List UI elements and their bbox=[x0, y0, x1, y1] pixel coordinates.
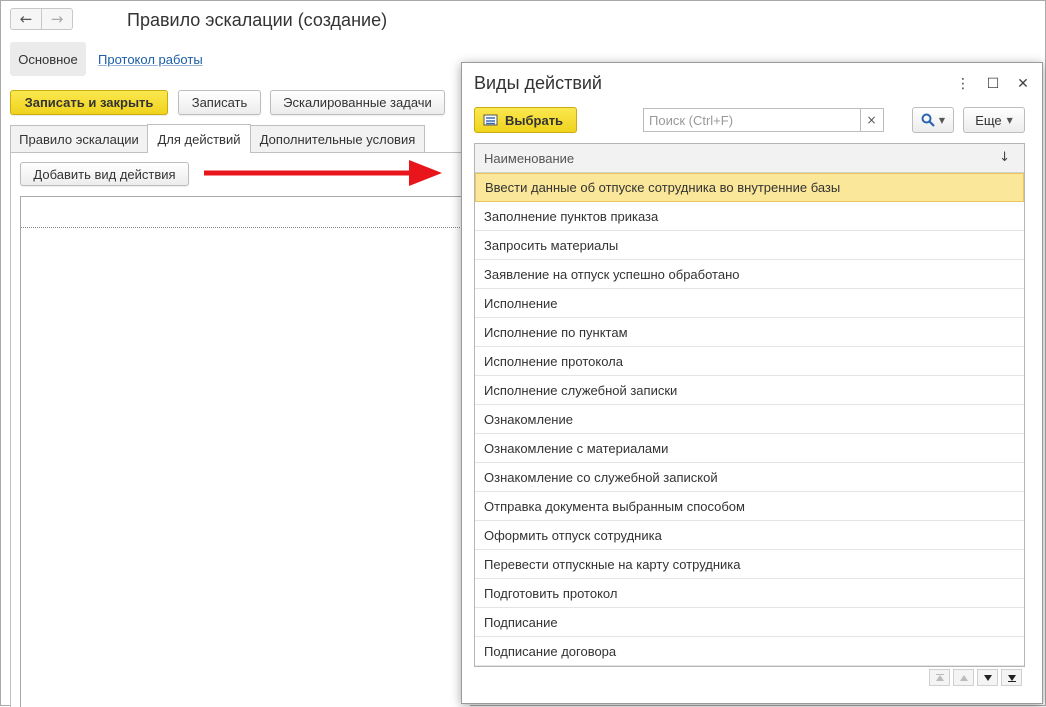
column-header-name[interactable]: Наименование ↓ bbox=[475, 144, 1024, 173]
list-item-label: Перевести отпускные на карту сотрудника bbox=[484, 556, 741, 572]
red-arrow-icon bbox=[204, 160, 442, 186]
action-types-list[interactable]: Наименование ↓ Ввести данные об отпуске … bbox=[474, 143, 1025, 667]
list-item-label: Подготовить протокол bbox=[484, 585, 618, 601]
list-item-label: Подписание договора bbox=[484, 643, 617, 659]
more-button-label: Еще bbox=[975, 112, 1002, 128]
close-icon[interactable]: ✕ bbox=[1013, 74, 1033, 94]
list-item[interactable]: Подписание договора bbox=[475, 637, 1024, 666]
action-types-dialog: Виды действий ⋮ ☐ ✕ Выбрать × ▼ Еще ▼ На… bbox=[461, 62, 1043, 704]
list-item[interactable]: Ознакомление со служебной запиской bbox=[475, 463, 1024, 492]
list-item[interactable]: Исполнение служебной записки bbox=[475, 376, 1024, 405]
scroll-last-icon[interactable] bbox=[1001, 669, 1022, 686]
list-item-label: Оформить отпуск сотрудника bbox=[484, 527, 662, 543]
window-title: Правило эскалации (создание) bbox=[127, 10, 388, 30]
section-main[interactable]: Основное bbox=[10, 42, 86, 76]
list-item-label: Исполнение bbox=[484, 295, 558, 311]
select-button[interactable]: Выбрать bbox=[474, 107, 577, 133]
list-item[interactable]: Подписание bbox=[475, 608, 1024, 637]
search-input[interactable] bbox=[644, 109, 860, 131]
list-item-label: Заявление на отпуск успешно обработано bbox=[484, 266, 740, 282]
arrow-left-icon: ← bbox=[19, 10, 33, 28]
list-item[interactable]: Заявление на отпуск успешно обработано bbox=[475, 260, 1024, 289]
list-item-label: Ввести данные об отпуске сотрудника во в… bbox=[485, 180, 841, 195]
tab-for-actions[interactable]: Для действий bbox=[147, 124, 251, 153]
scroll-first-icon[interactable] bbox=[929, 669, 950, 686]
select-button-label: Выбрать bbox=[505, 112, 564, 128]
tab-additional-conditions[interactable]: Дополнительные условия bbox=[250, 125, 425, 152]
table-row[interactable] bbox=[21, 197, 470, 228]
escalated-tasks-button[interactable]: Эскалированные задачи bbox=[270, 90, 445, 115]
tab-escalation-rule[interactable]: Правило эскалации bbox=[10, 125, 148, 152]
list-item[interactable]: Перевести отпускные на карту сотрудника bbox=[475, 550, 1024, 579]
list-item[interactable]: Подготовить протокол bbox=[475, 579, 1024, 608]
actions-table[interactable] bbox=[20, 196, 470, 707]
list-item[interactable]: Ввести данные об отпуске сотрудника во в… bbox=[475, 173, 1024, 202]
list-item[interactable]: Отправка документа выбранным способом bbox=[475, 492, 1024, 521]
column-header-label: Наименование bbox=[484, 150, 575, 166]
list-item[interactable]: Исполнение протокола bbox=[475, 347, 1024, 376]
list-item-label: Исполнение служебной записки bbox=[484, 382, 678, 398]
list-item[interactable]: Исполнение bbox=[475, 289, 1024, 318]
scroll-down-icon[interactable] bbox=[977, 669, 998, 686]
select-list-icon bbox=[483, 114, 498, 126]
clear-search-icon[interactable]: × bbox=[860, 109, 882, 131]
list-item-label: Исполнение протокола bbox=[484, 353, 623, 369]
chevron-down-icon: ▼ bbox=[938, 115, 946, 125]
list-item-label: Отправка документа выбранным способом bbox=[484, 498, 745, 514]
list-item-label: Подписание bbox=[484, 614, 558, 630]
forward-button[interactable]: → bbox=[41, 8, 73, 30]
section-log-link[interactable]: Протокол работы bbox=[98, 52, 203, 67]
list-item[interactable]: Оформить отпуск сотрудника bbox=[475, 521, 1024, 550]
list-item[interactable]: Исполнение по пунктам bbox=[475, 318, 1024, 347]
list-item-label: Заполнение пунктов приказа bbox=[484, 208, 659, 224]
maximize-icon[interactable]: ☐ bbox=[983, 74, 1003, 94]
list-item[interactable]: Заполнение пунктов приказа bbox=[475, 202, 1024, 231]
search-icon bbox=[921, 113, 935, 127]
scroll-up-icon[interactable] bbox=[953, 669, 974, 686]
chevron-down-icon: ▼ bbox=[1006, 115, 1013, 125]
more-menu-icon[interactable]: ⋮ bbox=[953, 74, 973, 94]
dialog-title: Виды действий bbox=[474, 73, 602, 93]
search-button[interactable]: ▼ bbox=[912, 107, 954, 133]
list-item-label: Исполнение по пунктам bbox=[484, 324, 628, 340]
list-item-label: Запросить материалы bbox=[484, 237, 619, 253]
list-item[interactable]: Ознакомление с материалами bbox=[475, 434, 1024, 463]
save-button[interactable]: Записать bbox=[178, 90, 261, 115]
sort-desc-icon[interactable]: ↓ bbox=[999, 150, 1010, 165]
list-item-label: Ознакомление со служебной запиской bbox=[484, 469, 718, 485]
add-action-type-button[interactable]: Добавить вид действия bbox=[20, 162, 189, 186]
search-box: × bbox=[643, 108, 884, 132]
list-item[interactable]: Запросить материалы bbox=[475, 231, 1024, 260]
list-item-label: Ознакомление с материалами bbox=[484, 440, 669, 456]
list-item-label: Ознакомление bbox=[484, 411, 573, 427]
arrow-right-icon: → bbox=[50, 10, 64, 28]
list-item[interactable]: Ознакомление bbox=[475, 405, 1024, 434]
back-button[interactable]: ← bbox=[10, 8, 42, 30]
more-button[interactable]: Еще ▼ bbox=[963, 107, 1025, 133]
save-close-button[interactable]: Записать и закрыть bbox=[10, 90, 168, 115]
